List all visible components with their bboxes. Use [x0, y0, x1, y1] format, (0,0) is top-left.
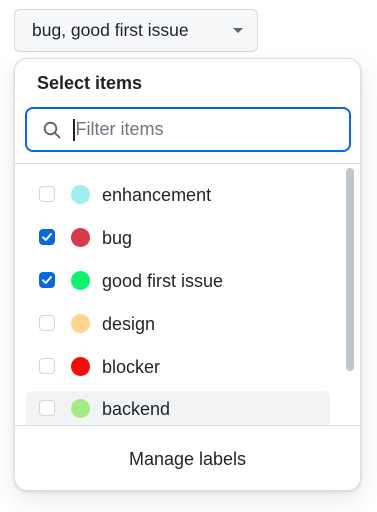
divider [15, 163, 360, 164]
item-label: enhancement [102, 185, 212, 205]
label-color-dot [71, 228, 90, 247]
checkbox[interactable] [39, 400, 55, 416]
scrollbar-thumb[interactable] [346, 168, 354, 371]
triangle-down-icon [233, 28, 243, 33]
label-color-dot [71, 271, 90, 290]
list-item-design[interactable]: design [26, 306, 330, 341]
item-label: design [102, 314, 156, 334]
filter-input[interactable] [74, 119, 349, 140]
list-item-good-first-issue[interactable]: good first issue [26, 263, 330, 298]
checkbox[interactable] [39, 315, 55, 331]
label-color-dot [71, 314, 90, 333]
checkbox-checked[interactable] [39, 272, 55, 288]
checkbox-checked[interactable] [39, 229, 55, 245]
list-item-blocker[interactable]: blocker [26, 349, 330, 384]
item-label: good first issue [102, 271, 224, 291]
item-label: backend [102, 399, 171, 419]
list-item-enhancement[interactable]: enhancement [26, 177, 330, 212]
list-item-bug[interactable]: bug [26, 220, 330, 255]
label-color-dot [71, 357, 90, 376]
check-icon [42, 233, 52, 241]
manage-labels-button[interactable]: Manage labels [15, 426, 360, 490]
label-color-dot [71, 399, 90, 418]
label-list: enhancement bug good first issue design … [15, 173, 345, 425]
panel-title: Select items [37, 73, 143, 93]
check-icon [42, 276, 52, 284]
item-label: blocker [102, 357, 161, 377]
item-label: bug [102, 228, 133, 248]
label-color-dot [71, 185, 90, 204]
select-items-panel: Select items enhancement bug good first … [14, 58, 361, 491]
checkbox[interactable] [39, 186, 55, 202]
selected-labels-text: bug, good first issue [32, 20, 189, 40]
labels-dropdown-button[interactable]: bug, good first issue [14, 9, 258, 52]
checkbox[interactable] [39, 358, 55, 374]
list-item-backend[interactable]: backend [26, 391, 330, 425]
filter-field[interactable] [25, 107, 351, 152]
search-icon [43, 121, 61, 138]
